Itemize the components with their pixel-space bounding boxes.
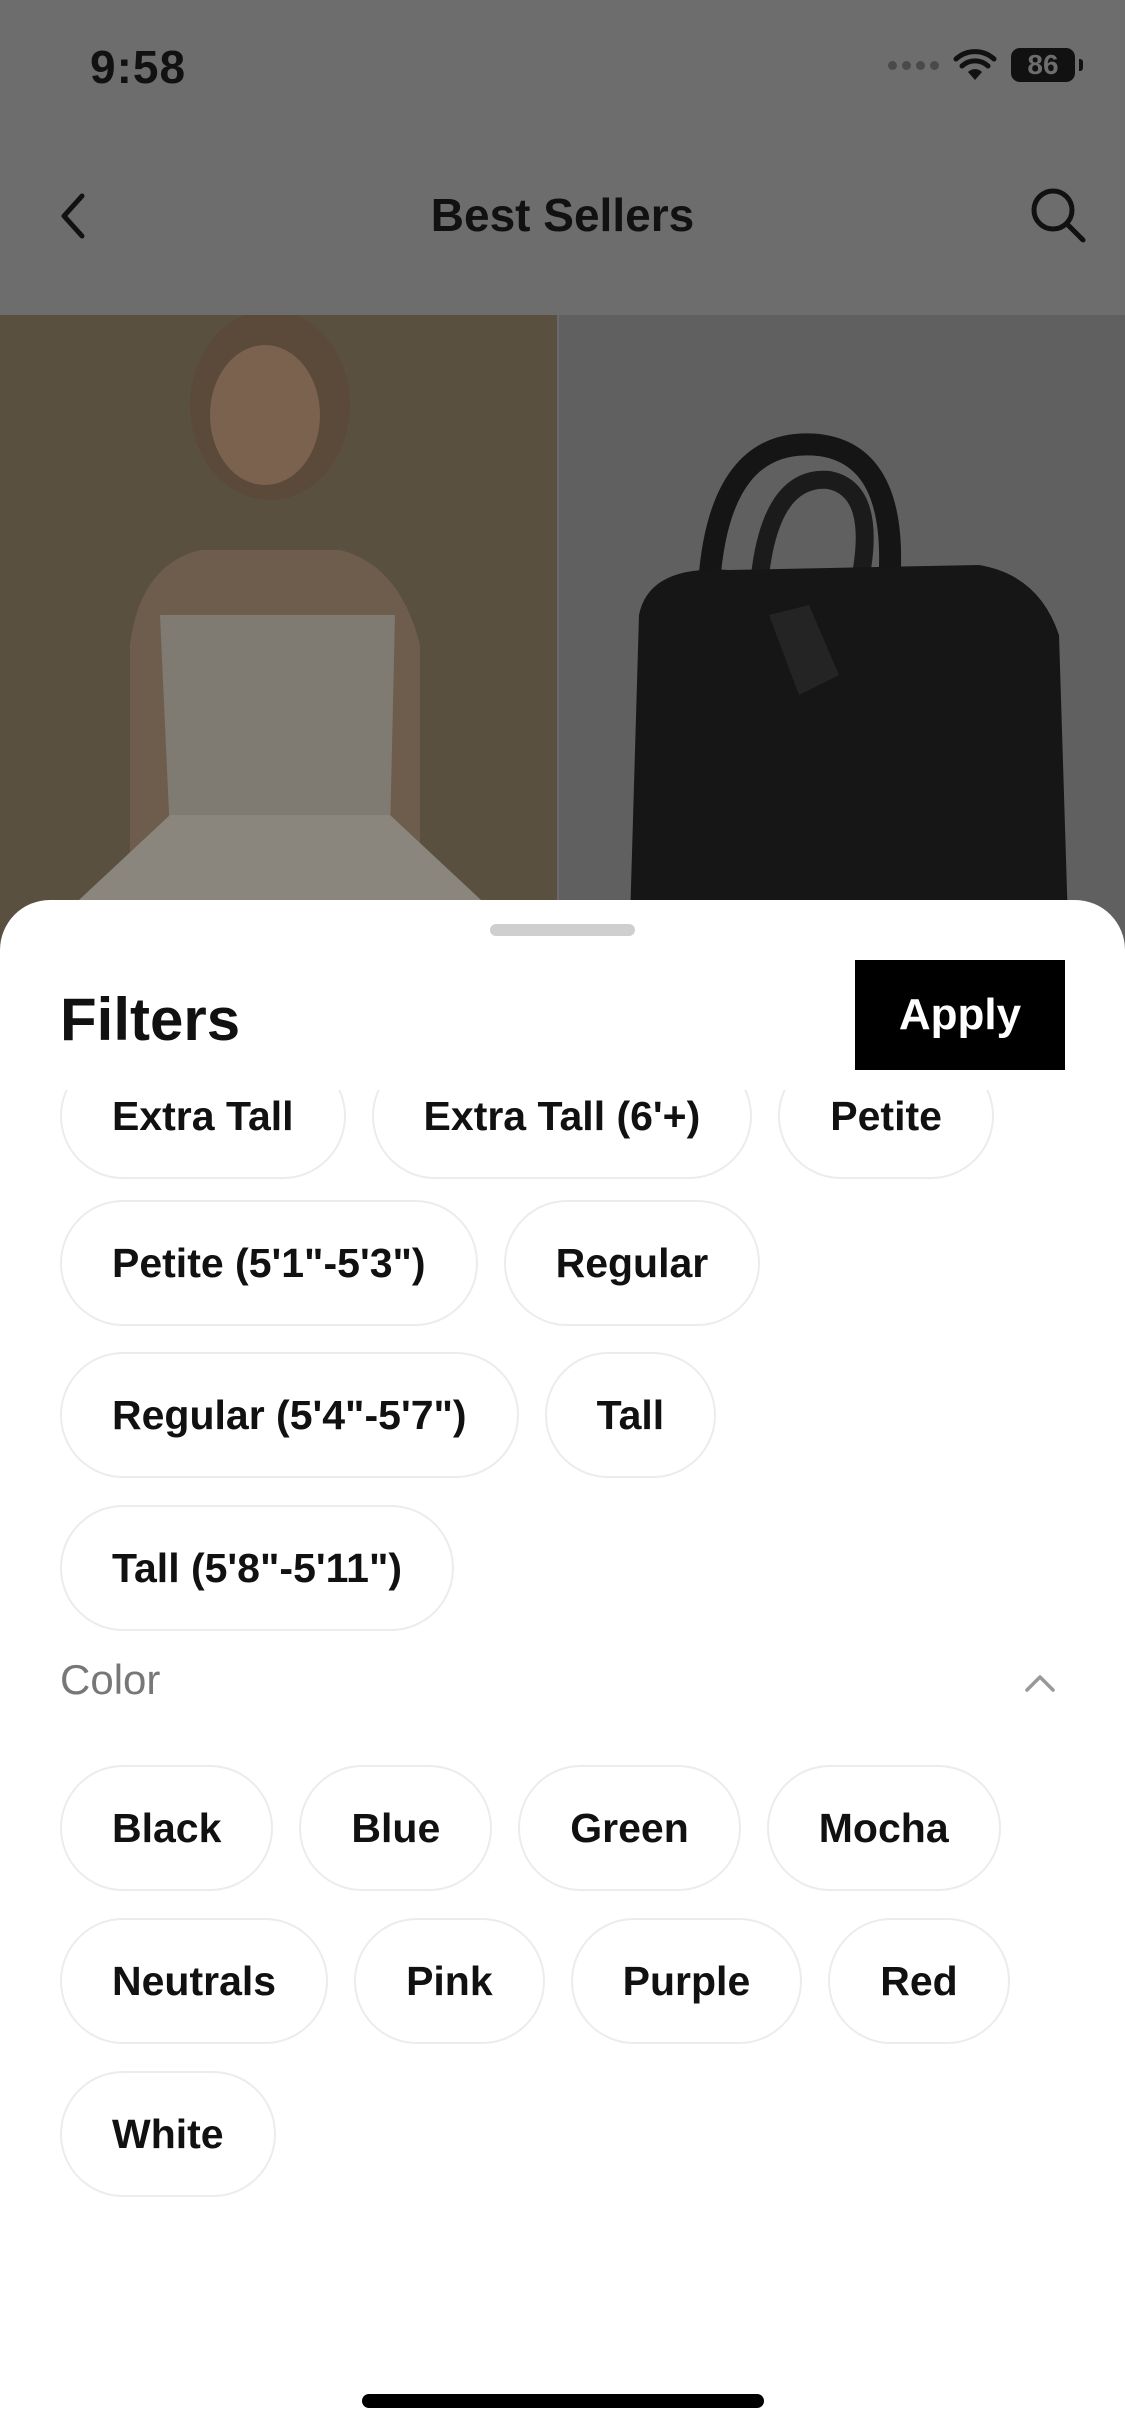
page-title: Best Sellers bbox=[430, 189, 695, 241]
filter-chip[interactable]: Petite (5'1"-5'3") bbox=[60, 1200, 478, 1326]
product-image-dress[interactable] bbox=[0, 315, 557, 955]
home-indicator bbox=[362, 2394, 764, 2408]
color-section-header[interactable]: Color bbox=[60, 1648, 1065, 1718]
height-chip-row: Extra Tall Extra Tall (6'+) Petite bbox=[60, 1090, 994, 1179]
color-chip-row: White bbox=[60, 2071, 276, 2197]
product-grid bbox=[0, 315, 1125, 955]
color-chip[interactable]: Blue bbox=[299, 1765, 493, 1891]
filter-chip[interactable]: Tall (5'8"-5'11") bbox=[60, 1505, 455, 1631]
filters-scroll-area[interactable]: Extra Tall Extra Tall (6'+) Petite Petit… bbox=[0, 1090, 1125, 2436]
cellular-signal-icon bbox=[888, 60, 939, 70]
filter-chip[interactable]: Regular (5'4"-5'7") bbox=[60, 1352, 519, 1478]
dress-photo bbox=[0, 315, 557, 955]
height-chip-row: Tall (5'8"-5'11") bbox=[60, 1505, 455, 1631]
wifi-icon bbox=[953, 49, 997, 80]
status-icons: 86 bbox=[888, 48, 1083, 82]
battery-icon: 86 bbox=[1011, 48, 1083, 82]
apply-button[interactable]: Apply bbox=[855, 960, 1065, 1070]
color-section-title: Color bbox=[60, 1656, 161, 1703]
status-time: 9:58 bbox=[90, 41, 187, 93]
filter-chip[interactable]: Extra Tall (6'+) bbox=[371, 1090, 753, 1179]
product-image-bag[interactable] bbox=[559, 315, 1125, 955]
sheet-grabber[interactable] bbox=[490, 924, 635, 936]
bag-photo bbox=[559, 315, 1125, 955]
color-chip[interactable]: Mocha bbox=[766, 1765, 1001, 1891]
filter-chip[interactable]: Extra Tall bbox=[60, 1090, 346, 1179]
color-chip-row: Neutrals Pink Purple Red bbox=[60, 1918, 1010, 2044]
color-chip[interactable]: White bbox=[60, 2071, 276, 2197]
height-chip-row: Regular (5'4"-5'7") Tall bbox=[60, 1352, 717, 1478]
search-icon[interactable] bbox=[1025, 182, 1091, 248]
filter-chip[interactable]: Regular bbox=[503, 1200, 761, 1326]
nav-bar: Best Sellers bbox=[0, 140, 1125, 315]
filters-sheet: Filters Apply Extra Tall Extra Tall (6'+… bbox=[0, 900, 1125, 2436]
chevron-up-icon[interactable] bbox=[1015, 1658, 1065, 1708]
filters-title: Filters bbox=[60, 986, 241, 1053]
filter-chip[interactable]: Tall bbox=[544, 1352, 717, 1478]
color-chip-row: Black Blue Green Mocha bbox=[60, 1765, 1001, 1891]
color-chip[interactable]: Red bbox=[828, 1918, 1010, 2044]
height-chip-row: Petite (5'1"-5'3") Regular bbox=[60, 1200, 761, 1326]
color-chip[interactable]: Green bbox=[518, 1765, 741, 1891]
color-chip[interactable]: Purple bbox=[570, 1918, 803, 2044]
color-chip[interactable]: Black bbox=[60, 1765, 274, 1891]
color-chip[interactable]: Pink bbox=[354, 1918, 545, 2044]
color-chip[interactable]: Neutrals bbox=[60, 1918, 329, 2044]
status-bar: 9:58 86 bbox=[0, 0, 1125, 140]
filter-chip[interactable]: Petite bbox=[778, 1090, 994, 1179]
